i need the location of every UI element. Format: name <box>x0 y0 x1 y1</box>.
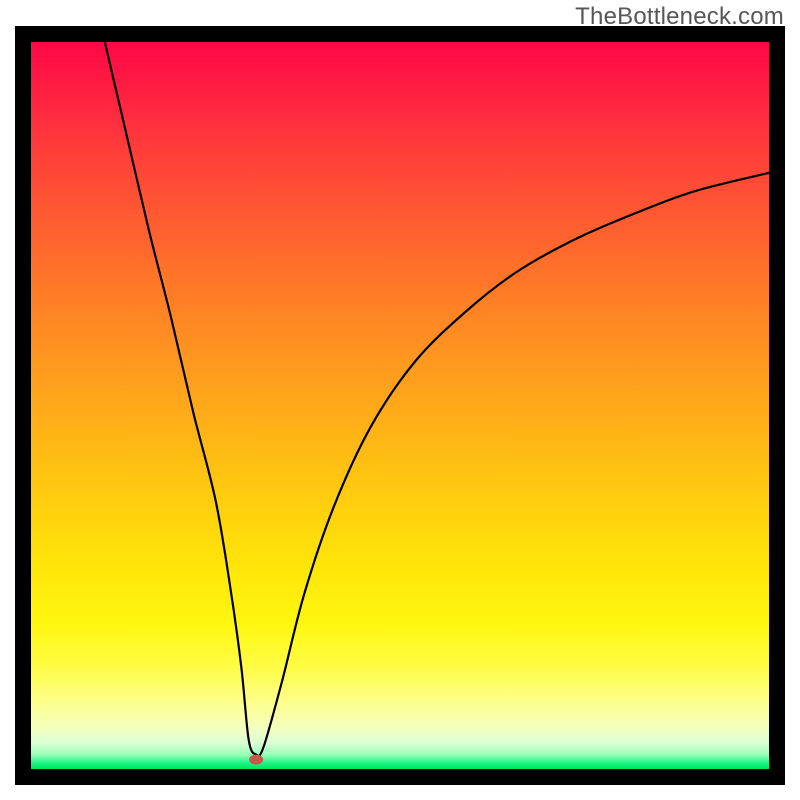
optimal-point-marker <box>249 755 263 765</box>
chart-canvas: TheBottleneck.com <box>0 0 800 800</box>
plot-svg <box>31 42 769 769</box>
bottleneck-curve <box>105 42 769 756</box>
plot-area <box>31 42 769 769</box>
plot-frame <box>15 26 785 785</box>
